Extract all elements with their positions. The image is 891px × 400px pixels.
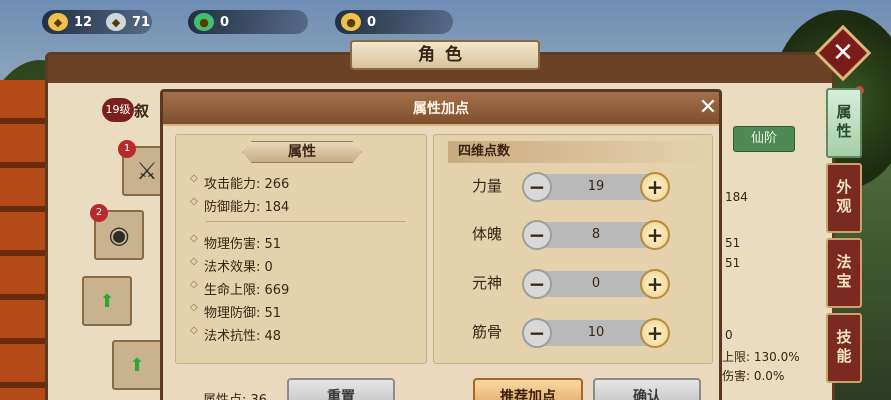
attributes-panel: 属性 攻击能力: 266 防御能力: 184 物理伤害: 51 法术效果: 0 … (175, 134, 427, 364)
right-value: 51 (725, 256, 741, 270)
right-stat: 伤害: 0.0% (722, 369, 785, 383)
recommend-button[interactable]: 推荐加点 (473, 378, 583, 400)
increment-button[interactable]: + (640, 269, 670, 299)
four-dim-label: 四维点数 (448, 141, 708, 163)
spirit-value: 0 (591, 276, 601, 291)
resource-coin: ● 0 (335, 10, 453, 34)
character-name: 叙 (134, 102, 150, 120)
stat-physical-defense: 物理防御: 51 (190, 302, 281, 321)
increment-button[interactable]: + (640, 318, 670, 348)
plus-icon: + (646, 223, 664, 247)
plus-icon: + (646, 321, 664, 345)
equipment-slot-empty[interactable]: ⬆ (82, 276, 132, 326)
right-value: 51 (725, 236, 741, 250)
gold-ingot-icon: ◆ (48, 13, 68, 31)
stat-attack: 攻击能力: 266 (190, 173, 289, 192)
tab-attributes[interactable]: 属性 (826, 88, 862, 158)
decrement-button[interactable]: − (522, 172, 552, 202)
plus-icon: + (646, 175, 664, 199)
strength-stepper: − 19 + (522, 172, 670, 202)
stat-magic-effect: 法术效果: 0 (190, 256, 273, 275)
attribute-points-dialog: 属性加点 ✕ 属性 攻击能力: 266 防御能力: 184 物理伤害: 51 法… (160, 89, 722, 400)
confirm-button[interactable]: 确认 (593, 378, 701, 400)
level-badge: 19级 (102, 98, 134, 122)
decrement-button[interactable]: − (522, 318, 552, 348)
silver-ingot-icon: ◆ (106, 13, 126, 31)
stat-hp-max: 生命上限: 669 (190, 279, 289, 298)
increment-button[interactable]: + (640, 172, 670, 202)
close-dialog-button[interactable]: ✕ (695, 96, 721, 122)
silver-value: 71 (132, 14, 151, 30)
reset-button[interactable]: 重置 (287, 378, 395, 400)
attributes-heading: 属性 (242, 141, 362, 163)
tab-appearance[interactable]: 外观 (826, 163, 862, 233)
resource-silver: ◆ 71 (100, 10, 170, 34)
right-value: 0 (725, 328, 733, 342)
equipment-slot-empty[interactable]: ⬆ (112, 340, 162, 390)
decrement-button[interactable]: − (522, 220, 552, 250)
increment-button[interactable]: + (640, 220, 670, 250)
stat-physical-damage: 物理伤害: 51 (190, 233, 281, 252)
minus-icon: − (528, 321, 546, 345)
dialog-title: 属性加点 (413, 101, 469, 117)
sinew-value: 10 (587, 325, 605, 340)
coin-icon: ● (341, 13, 361, 31)
character-window-title: 角色 (350, 40, 540, 70)
close-icon: ✕ (698, 95, 718, 120)
equipment-slot-bag[interactable]: 2 ◉ (90, 204, 144, 260)
xianjie-button[interactable]: 仙阶 (733, 126, 795, 152)
jade-value: 0 (220, 14, 230, 30)
gold-value: 12 (74, 14, 93, 30)
coin-value: 0 (367, 14, 377, 30)
stat-defense: 防御能力: 184 (190, 196, 289, 215)
strength-value: 19 (587, 179, 605, 194)
tab-treasure[interactable]: 法宝 (826, 238, 862, 308)
minus-icon: − (528, 223, 546, 247)
physique-value: 8 (591, 227, 601, 242)
sinew-stepper: − 10 + (522, 318, 670, 348)
upgrade-arrow-icon: ⬆ (99, 290, 115, 312)
upgrade-arrow-icon: ⬆ (129, 354, 145, 376)
jade-icon: ● (194, 13, 214, 31)
pouch-icon: ◉ (108, 221, 130, 249)
decrement-button[interactable]: − (522, 269, 552, 299)
physique-stepper: − 8 + (522, 220, 670, 250)
close-icon: ✕ (832, 38, 854, 68)
attribute-points: 属性点: 36 (203, 389, 267, 400)
divider (206, 221, 406, 222)
right-value: 184 (725, 190, 748, 204)
row-label-strength: 力量 (472, 177, 503, 195)
stat-magic-resist: 法术抗性: 48 (190, 325, 281, 344)
minus-icon: − (528, 175, 546, 199)
plus-icon: + (646, 272, 664, 296)
tab-skills[interactable]: 技能 (826, 313, 862, 383)
row-label-sinew: 筋骨 (472, 323, 503, 341)
four-dim-panel: 四维点数 力量 − 19 + 体魄 − 8 + 元神 − 0 + 筋骨 − 10… (433, 134, 713, 364)
right-stat: 上限: 130.0% (722, 350, 800, 364)
resource-jade: ● 0 (188, 10, 308, 34)
spirit-stepper: − 0 + (522, 269, 670, 299)
row-label-spirit: 元神 (472, 274, 503, 292)
minus-icon: − (528, 272, 546, 296)
row-label-physique: 体魄 (472, 225, 503, 243)
